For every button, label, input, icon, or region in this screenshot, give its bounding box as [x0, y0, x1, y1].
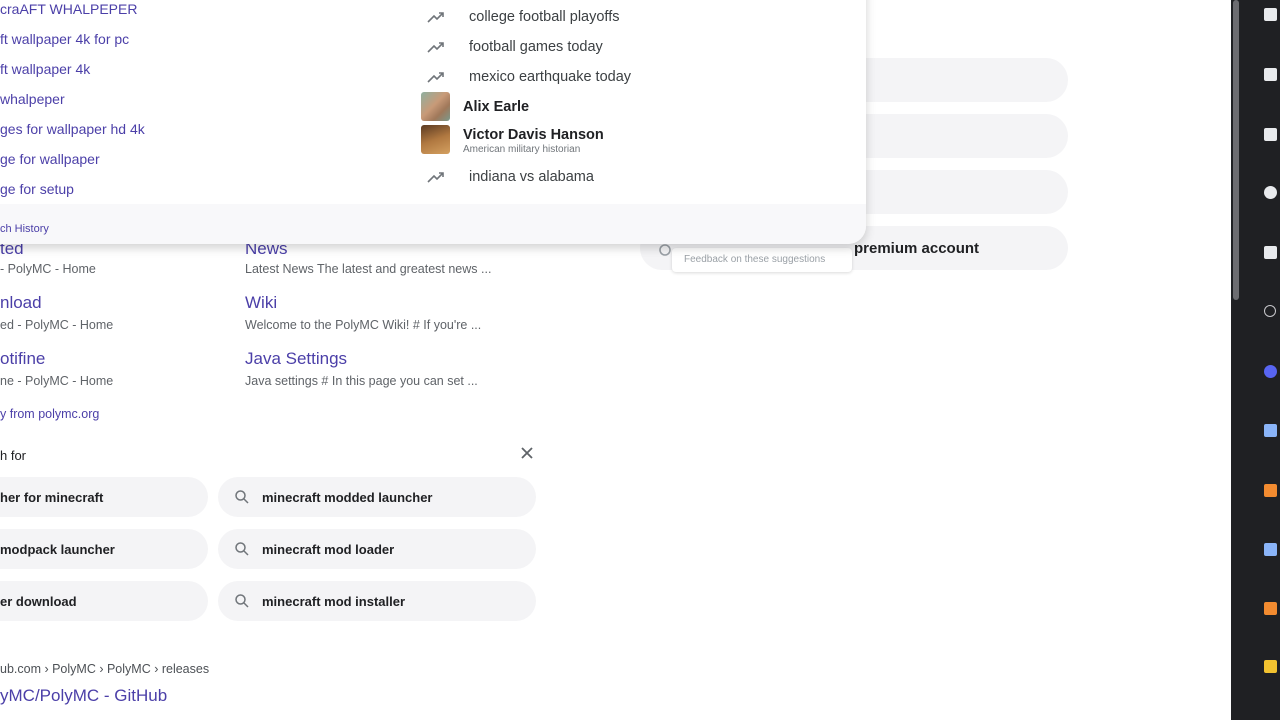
sitelink-title[interactable]: nload — [0, 293, 42, 313]
related-chip-label: minecraft mod loader — [262, 541, 395, 557]
trending-suggestion[interactable]: college football playoffs — [426, 5, 619, 29]
sitelink-desc: Latest News The latest and greatest news… — [245, 262, 492, 276]
trending-suggestion[interactable]: mexico earthquake today — [426, 65, 631, 89]
related-heading: h for — [0, 448, 27, 463]
sitelink-desc: - PolyMC - Home — [0, 262, 96, 276]
search-icon — [235, 542, 249, 556]
related-chip[interactable]: her for minecraft — [0, 477, 208, 517]
premium-text: premium account — [854, 240, 980, 257]
close-icon[interactable] — [520, 446, 534, 465]
trending-up-icon — [427, 42, 444, 53]
related-chip-label: er download — [0, 593, 77, 609]
trending-up-icon — [427, 172, 444, 183]
related-chip-label: minecraft mod installer — [262, 593, 406, 609]
related-chip[interactable]: minecraft modded launcher — [218, 477, 536, 517]
app-icon[interactable] — [1264, 424, 1277, 437]
search-icon — [235, 594, 249, 608]
history-suggestion[interactable]: craAFT WHALPEPER — [0, 1, 137, 17]
history-suggestion[interactable]: ft wallpaper 4k — [0, 61, 90, 77]
related-chip-label: minecraft modded launcher — [262, 489, 433, 505]
entity-suggestion[interactable]: Alix Earle — [420, 92, 720, 122]
more-results-link[interactable]: y from polymc.org — [0, 407, 99, 421]
app-icon[interactable] — [1264, 484, 1277, 497]
discord-icon[interactable] — [1264, 365, 1277, 378]
history-suggestion[interactable]: whalpeper — [0, 91, 65, 107]
trending-label: football games today — [469, 39, 603, 55]
sitelink-desc: ed - PolyMC - Home — [0, 318, 114, 332]
manage-history-link[interactable]: ch History — [0, 223, 49, 235]
trending-up-icon — [427, 72, 444, 83]
related-chip-label: modpack launcher — [0, 541, 115, 557]
entity-thumbnail — [421, 92, 450, 121]
related-chip-label: her for minecraft — [0, 489, 104, 505]
history-suggestion[interactable]: ft wallpaper 4k for pc — [0, 31, 129, 47]
document-icon[interactable] — [1264, 8, 1277, 21]
sitelink-title[interactable]: otifine — [0, 349, 45, 369]
dropdown-footer: ch History — [0, 204, 866, 244]
search-icon — [235, 490, 249, 504]
document-icon[interactable] — [1264, 68, 1277, 81]
sitelink-desc: Welcome to the PolyMC Wiki! # If you're … — [245, 318, 482, 332]
result-title-link[interactable]: yMC/PolyMC - GitHub — [0, 686, 167, 706]
trending-label: mexico earthquake today — [469, 69, 632, 85]
trending-suggestion[interactable]: indiana vs alabama — [426, 165, 594, 189]
document-icon[interactable] — [1264, 128, 1277, 141]
related-chip[interactable]: minecraft mod loader — [218, 529, 536, 569]
clock-icon[interactable] — [1264, 305, 1276, 317]
autocomplete-dropdown: ch History craAFT WHALPEPER ft wallpaper… — [0, 0, 866, 244]
folder-icon[interactable] — [1264, 660, 1277, 673]
history-suggestion[interactable]: ges for wallpaper hd 4k — [0, 121, 145, 137]
sitelink-desc: Java settings # In this page you can set… — [245, 374, 478, 388]
app-icon[interactable] — [1264, 602, 1277, 615]
search-icon — [658, 243, 672, 262]
trending-suggestion[interactable]: football games today — [426, 35, 603, 59]
related-chip[interactable]: modpack launcher — [0, 529, 208, 569]
feedback-tooltip: Feedback on these suggestions — [672, 248, 852, 272]
history-suggestion[interactable]: ge for wallpaper — [0, 151, 100, 167]
related-chip[interactable]: er download — [0, 581, 208, 621]
entity-name: Alix Earle — [463, 99, 530, 115]
sitelink-desc: ne - PolyMC - Home — [0, 374, 114, 388]
trending-label: college football playoffs — [469, 9, 620, 25]
settings-icon[interactable] — [1264, 186, 1277, 199]
history-suggestion[interactable]: ge for setup — [0, 181, 74, 197]
sitelink-title[interactable]: Java Settings — [245, 349, 347, 369]
related-chip[interactable]: minecraft mod installer — [218, 581, 536, 621]
entity-description: American military historian — [463, 144, 581, 155]
entity-thumbnail — [421, 125, 450, 154]
result-breadcrumb: ub.com › PolyMC › PolyMC › releases — [0, 662, 210, 676]
feedback-text: Feedback on these suggestions — [684, 254, 826, 265]
trending-label: indiana vs alabama — [469, 169, 594, 185]
entity-suggestion[interactable]: Victor Davis Hanson American military hi… — [420, 125, 720, 155]
scrollbar-thumb[interactable] — [1233, 0, 1239, 300]
document-icon[interactable] — [1264, 246, 1277, 259]
sitelink-title[interactable]: Wiki — [245, 293, 277, 313]
entity-name: Victor Davis Hanson — [463, 127, 604, 143]
app-icon[interactable] — [1264, 543, 1277, 556]
trending-up-icon — [427, 12, 444, 23]
